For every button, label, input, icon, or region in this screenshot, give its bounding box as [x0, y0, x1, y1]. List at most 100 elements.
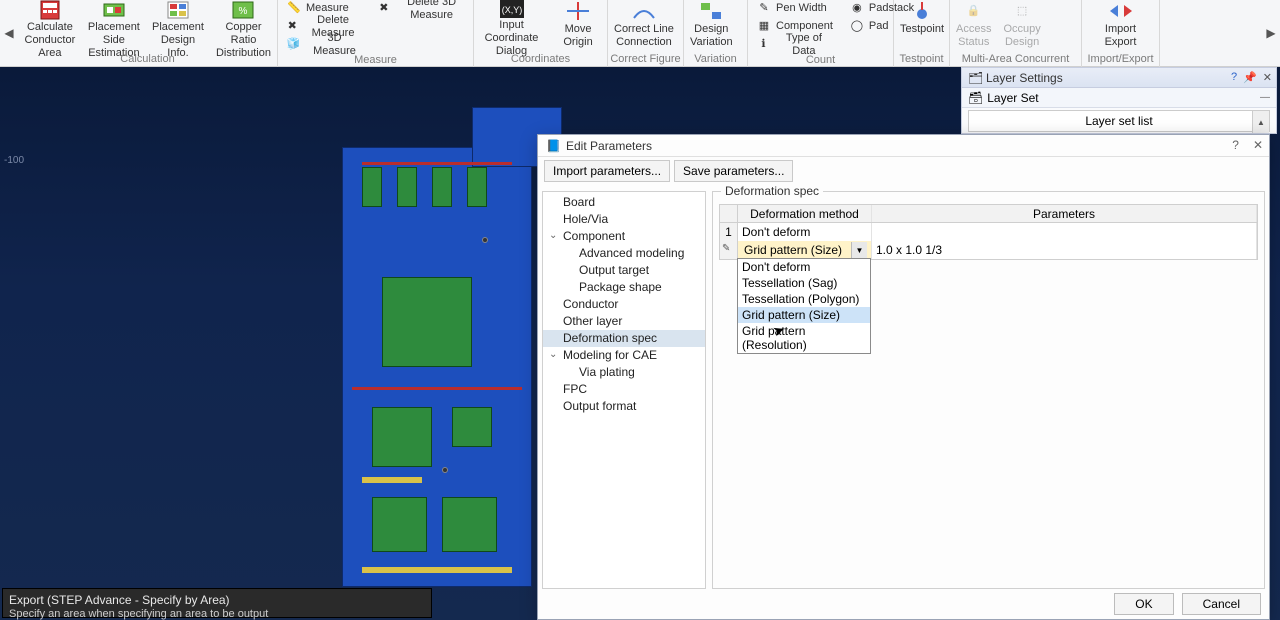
- scroll-up-icon[interactable]: ▲: [1252, 111, 1269, 133]
- ruler-icon: 📏: [286, 1, 302, 17]
- parameters-tree[interactable]: Board Hole/Via Component Advanced modeli…: [542, 191, 706, 589]
- save-parameters-button[interactable]: Save parameters...: [674, 160, 793, 182]
- row1-params[interactable]: [872, 223, 1257, 241]
- deformation-method-options[interactable]: Don't deform Tessellation (Sag) Tessella…: [737, 258, 871, 354]
- tree-conductor[interactable]: Conductor: [543, 296, 705, 313]
- tree-other-layer[interactable]: Other layer: [543, 313, 705, 330]
- placement-side-icon: [100, 0, 128, 20]
- tree-deformation-spec[interactable]: Deformation spec: [543, 330, 705, 347]
- deformation-grid[interactable]: Deformation method Parameters 1 Don't de…: [719, 204, 1258, 260]
- pin-icon[interactable]: 📌: [1243, 71, 1257, 84]
- tree-modeling-cae[interactable]: Modeling for CAE: [543, 347, 705, 364]
- variation-icon: [697, 0, 725, 22]
- row1-method[interactable]: Don't deform: [738, 223, 872, 241]
- group-label-calculation: Calculation: [18, 52, 277, 67]
- collapse-icon[interactable]: —: [1260, 92, 1270, 103]
- pad-icon: ◯: [849, 19, 865, 35]
- info-icon: ℹ: [756, 37, 771, 53]
- group-label-impexp: Import/Export: [1082, 52, 1159, 67]
- col-header-params[interactable]: Parameters: [872, 205, 1257, 222]
- ok-button[interactable]: OK: [1114, 593, 1173, 615]
- copper-ratio-button[interactable]: % Copper Ratio Distribution: [210, 0, 277, 52]
- status-hint: Specify an area when specifying an area …: [9, 607, 425, 620]
- group-label-count: Count: [748, 53, 893, 68]
- delete-3d-icon: ✖: [378, 1, 391, 17]
- import-parameters-button[interactable]: Import parameters...: [544, 160, 670, 182]
- layer-settings-titlebar[interactable]: 🗂 Layer Settings ? 📌 ✕: [962, 68, 1276, 88]
- measure-3d-button[interactable]: 🧊3D Measure: [282, 36, 368, 53]
- layers-icon: 🗂: [968, 71, 982, 85]
- ribbon-group-count: ✎Pen Width ▦Component ℹType of Data ◉Pad…: [748, 0, 894, 67]
- copper-ratio-icon: %: [229, 0, 257, 20]
- deformation-spec-fieldset: Deformation spec Deformation method Para…: [712, 191, 1265, 589]
- occupy-icon: ⬚: [1008, 0, 1036, 22]
- chevron-down-icon[interactable]: ▼: [851, 242, 867, 258]
- option-dont-deform[interactable]: Don't deform: [738, 259, 870, 275]
- dialog-help-icon[interactable]: ?: [1232, 138, 1239, 152]
- col-header-method[interactable]: Deformation method: [738, 205, 872, 222]
- access-icon: 🔒: [960, 0, 988, 22]
- design-variation-button[interactable]: Design Variation: [684, 0, 739, 52]
- type-data-button[interactable]: ℹType of Data: [752, 36, 837, 53]
- row2-method-cell[interactable]: Grid pattern (Size) ▼: [738, 241, 872, 259]
- ribbon-group-measure: 📏Measure ✖Delete Measure 🧊3D Measure ✖De…: [278, 0, 474, 67]
- layer-set-label: Layer Set: [987, 91, 1038, 105]
- placement-info-button[interactable]: Placement Design Info.: [146, 0, 210, 52]
- dropdown-selected: Grid pattern (Size): [742, 243, 842, 257]
- close-icon[interactable]: ✕: [1263, 71, 1272, 84]
- ribbon-scroll-left[interactable]: ◀: [0, 0, 18, 66]
- ribbon-group-concurrent: 🔒 Access Status ⬚ Occupy Design Multi-Ar…: [950, 0, 1082, 67]
- option-tessellation-sag[interactable]: Tessellation (Sag): [738, 275, 870, 291]
- help-icon[interactable]: ?: [1231, 71, 1237, 84]
- option-grid-resolution[interactable]: Grid pattern (Resolution): [738, 323, 870, 353]
- dialog-titlebar[interactable]: 📘 Edit Parameters ? ✕: [538, 135, 1269, 157]
- group-label-measure: Measure: [278, 53, 473, 68]
- cancel-button[interactable]: Cancel: [1182, 593, 1261, 615]
- access-status-button: 🔒 Access Status: [950, 0, 997, 52]
- tree-via-plating[interactable]: Via plating: [543, 364, 705, 381]
- deformation-method-dropdown[interactable]: Grid pattern (Size) ▼: [742, 242, 867, 258]
- row2-params[interactable]: 1.0 x 1.0 1/3: [872, 241, 1257, 259]
- option-tessellation-polygon[interactable]: Tessellation (Polygon): [738, 291, 870, 307]
- placement-info-icon: [164, 0, 192, 20]
- ribbon-scroll-right[interactable]: ▶: [1262, 0, 1280, 66]
- layer-set-list[interactable]: Layer set list ▲: [968, 110, 1270, 132]
- parameters-detail-pane: Deformation spec Deformation method Para…: [712, 191, 1265, 589]
- dialog-close-icon[interactable]: ✕: [1253, 138, 1263, 152]
- testpoint-button[interactable]: Testpoint: [894, 0, 950, 52]
- calc-conductor-area-button[interactable]: Calculate Conductor Area: [18, 0, 82, 52]
- tree-advanced-modeling[interactable]: Advanced modeling: [543, 245, 705, 262]
- origin-icon: [564, 0, 592, 22]
- tree-output-format[interactable]: Output format: [543, 398, 705, 415]
- placement-side-button[interactable]: Placement Side Estimation: [82, 0, 146, 52]
- move-origin-button[interactable]: Move Origin: [549, 0, 607, 52]
- dialog-icon: 📘: [546, 139, 560, 153]
- input-coordinate-button[interactable]: (X,Y) Input Coordinate Dialog: [474, 0, 549, 52]
- row1-number[interactable]: 1: [720, 223, 738, 241]
- padstack-icon: ◉: [849, 1, 865, 17]
- dialog-title: Edit Parameters: [566, 139, 652, 153]
- tree-package-shape[interactable]: Package shape: [543, 279, 705, 296]
- ribbon-group-variation: Design Variation Variation: [684, 0, 748, 67]
- grid-corner: [720, 205, 738, 222]
- option-grid-size[interactable]: Grid pattern (Size): [738, 307, 870, 323]
- layer-set-list-header: Layer set list: [1085, 114, 1152, 128]
- layer-set-header[interactable]: 🗃 Layer Set —: [962, 88, 1276, 108]
- group-label-variation: Variation: [684, 52, 747, 67]
- status-tooltip: Export (STEP Advance - Specify by Area) …: [2, 588, 432, 618]
- pen-icon: ✎: [756, 1, 772, 17]
- pen-width-button[interactable]: ✎Pen Width: [752, 0, 837, 17]
- ribbon-group-correct: Correct Line Connection Correct Figure: [608, 0, 684, 67]
- tree-fpc[interactable]: FPC: [543, 381, 705, 398]
- tree-board[interactable]: Board: [543, 194, 705, 211]
- tree-output-target[interactable]: Output target: [543, 262, 705, 279]
- row2-number[interactable]: ✎: [720, 241, 738, 259]
- layer-settings-title: Layer Settings: [986, 71, 1063, 85]
- tree-holevia[interactable]: Hole/Via: [543, 211, 705, 228]
- calculator-icon: [36, 0, 64, 20]
- delete-3d-measure-button[interactable]: ✖Delete 3D Measure: [374, 0, 473, 17]
- tree-component[interactable]: Component: [543, 228, 705, 245]
- correct-line-button[interactable]: Correct Line Connection: [608, 0, 680, 52]
- import-export-button[interactable]: Import Export: [1082, 0, 1159, 52]
- xy-icon: (X,Y): [498, 0, 526, 18]
